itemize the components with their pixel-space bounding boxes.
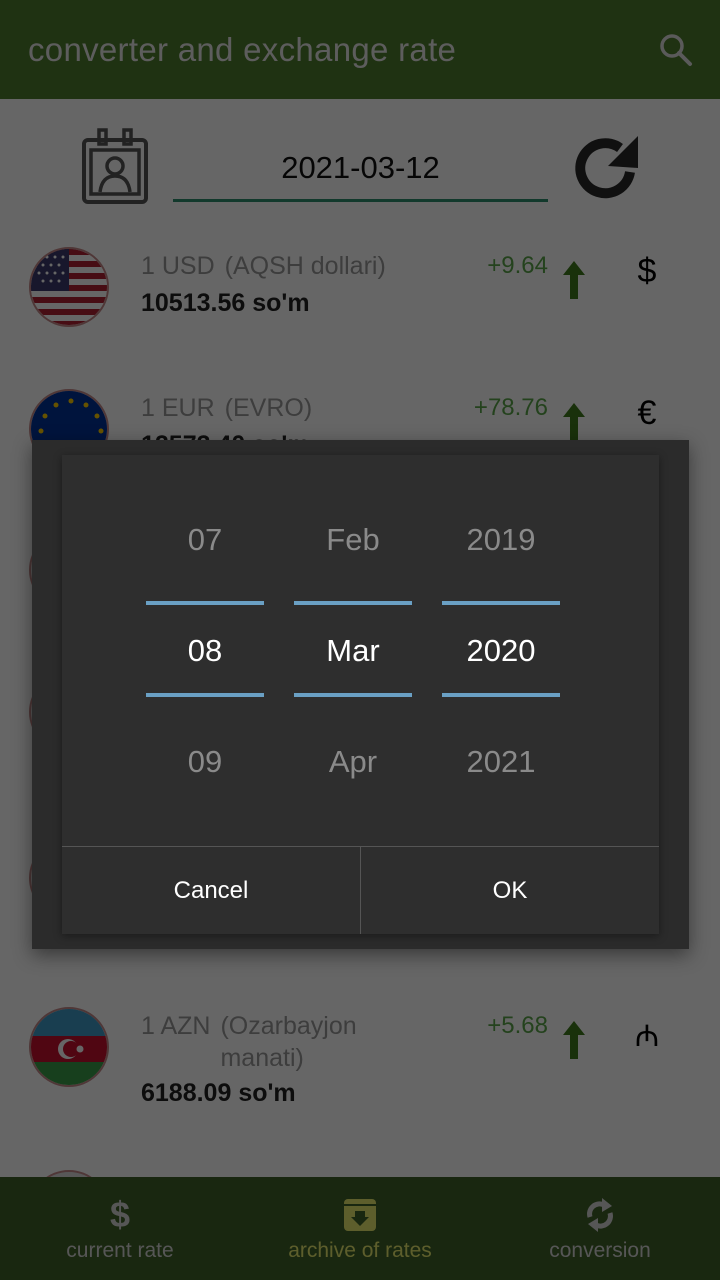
- picker-divider: [146, 601, 264, 605]
- year-prev[interactable]: 2019: [442, 522, 560, 558]
- year-next[interactable]: 2021: [442, 744, 560, 780]
- cancel-button[interactable]: Cancel: [62, 847, 360, 934]
- month-next[interactable]: Apr: [294, 744, 412, 780]
- day-selected[interactable]: 08: [146, 633, 264, 669]
- ok-button[interactable]: OK: [360, 847, 659, 934]
- dialog-buttons: Cancel OK: [62, 846, 659, 934]
- picker-divider: [442, 693, 560, 697]
- month-picker[interactable]: Feb Mar Apr: [294, 455, 412, 845]
- month-prev[interactable]: Feb: [294, 522, 412, 558]
- picker-divider: [442, 601, 560, 605]
- day-next[interactable]: 09: [146, 744, 264, 780]
- picker-divider: [294, 601, 412, 605]
- year-selected[interactable]: 2020: [442, 633, 560, 669]
- picker-divider: [294, 693, 412, 697]
- picker-divider: [146, 693, 264, 697]
- month-selected[interactable]: Mar: [294, 633, 412, 669]
- year-picker[interactable]: 2019 2020 2021: [442, 455, 560, 845]
- day-picker[interactable]: 07 08 09: [146, 455, 264, 845]
- day-prev[interactable]: 07: [146, 522, 264, 558]
